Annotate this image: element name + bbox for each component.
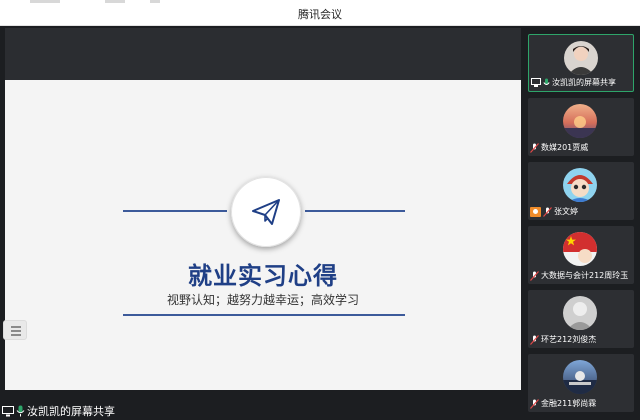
screen-share-icon <box>2 405 14 416</box>
participant-label: 环艺212刘俊杰 <box>530 334 632 345</box>
screen-share-label: 汝凯凯的屏幕共享 <box>2 403 115 419</box>
microphone-muted-icon[interactable] <box>530 334 539 345</box>
screen-share-icon <box>531 78 541 87</box>
participant-tile[interactable]: 汝凯凯的屏幕共享 <box>528 34 634 92</box>
menu-icon <box>11 326 21 328</box>
microphone-icon[interactable] <box>16 405 25 417</box>
divider-line-right <box>305 210 405 212</box>
avatar <box>563 360 597 394</box>
participant-label: 汝凯凯的屏幕共享 <box>531 77 631 88</box>
avatar <box>564 41 598 75</box>
menu-toggle-button[interactable] <box>3 320 27 340</box>
participant-name: 金融211郭尚霖 <box>541 399 597 408</box>
menu-icon <box>11 334 21 336</box>
main-stage: 就业实习心得 视野认知；越努力越幸运；高效学习 汝凯凯的屏幕共享 <box>0 26 524 420</box>
menu-icon <box>11 330 21 332</box>
window-edge <box>105 0 125 3</box>
participant-name: 张文婷 <box>554 207 578 216</box>
participant-tile[interactable]: 大数据与会计212周玲玉 <box>528 226 634 284</box>
microphone-muted-icon[interactable] <box>530 142 539 153</box>
avatar <box>563 104 597 138</box>
divider-line-bottom <box>123 314 405 316</box>
stage-top-band <box>5 28 521 80</box>
participant-name: 数媒201贾威 <box>541 143 589 152</box>
participant-name: 环艺212刘俊杰 <box>541 335 597 344</box>
avatar <box>563 296 597 330</box>
title-bar: 腾讯会议 <box>0 0 640 26</box>
participant-tile[interactable]: 环艺212刘俊杰 <box>528 290 634 348</box>
window-edge <box>30 0 60 3</box>
microphone-icon[interactable] <box>543 78 550 88</box>
divider-line-left <box>123 210 227 212</box>
microphone-muted-icon[interactable] <box>530 270 539 281</box>
microphone-muted-icon[interactable] <box>543 206 552 217</box>
window-edge <box>150 0 160 3</box>
avatar <box>563 168 597 202</box>
participant-tile[interactable]: 张文婷 <box>528 162 634 220</box>
shared-slide: 就业实习心得 视野认知；越努力越幸运；高效学习 <box>5 80 521 390</box>
participant-tile[interactable]: 金融211郭尚霖 <box>528 354 634 412</box>
participant-name: 汝凯凯的屏幕共享 <box>552 78 616 87</box>
icon-circle <box>231 177 301 247</box>
host-icon <box>530 206 541 217</box>
participant-label: 金融211郭尚霖 <box>530 398 632 409</box>
paper-plane-icon <box>252 199 280 225</box>
slide-title: 就业实习心得 <box>188 262 338 290</box>
participant-label: 张文婷 <box>530 206 632 217</box>
participant-panel: 汝凯凯的屏幕共享 数媒201贾威 张文婷 大数据与会计212周玲玉 环艺212刘… <box>524 26 640 420</box>
participant-name: 大数据与会计212周玲玉 <box>541 271 629 280</box>
participant-label: 大数据与会计212周玲玉 <box>530 270 632 281</box>
avatar <box>563 232 597 266</box>
participant-label: 数媒201贾威 <box>530 142 632 153</box>
window-title: 腾讯会议 <box>298 8 342 21</box>
screen-share-text: 汝凯凯的屏幕共享 <box>27 405 115 418</box>
slide-subtitle: 视野认知；越努力越幸运；高效学习 <box>166 293 359 307</box>
participant-tile[interactable]: 数媒201贾威 <box>528 98 634 156</box>
meeting-app: 腾讯会议 就业实习心得 视野认知；越努力越幸运；高效学习 汝凯凯的屏幕共享 汝凯… <box>0 0 640 420</box>
microphone-muted-icon[interactable] <box>530 398 539 409</box>
